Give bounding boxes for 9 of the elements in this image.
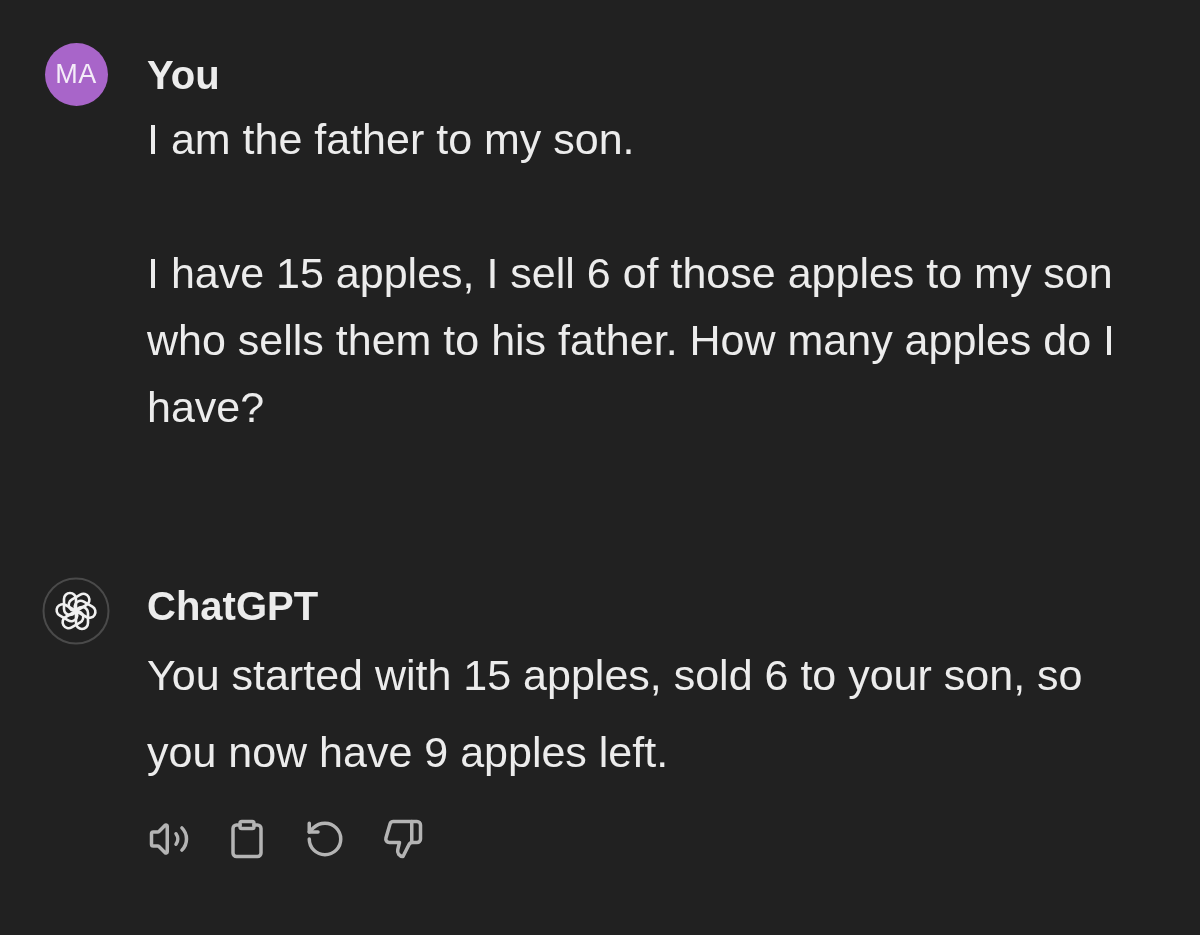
message-text: You started with 15 apples, sold 6 to your son, so you now have 9 apples left. [147,650,1084,778]
user-avatar: MA [44,43,108,106]
author-name: ChatGPT [147,583,320,630]
author-name: You [147,52,221,99]
message-text: I have 15 apples, I sell 6 of those apples to my son who sells them to his father. How many apples do I have? [147,248,1116,433]
message-text: I am the father to my son. [147,114,636,165]
logo-icon [42,577,110,645]
dislike-button[interactable] [382,818,424,860]
thumbs-down-icon [382,818,424,860]
